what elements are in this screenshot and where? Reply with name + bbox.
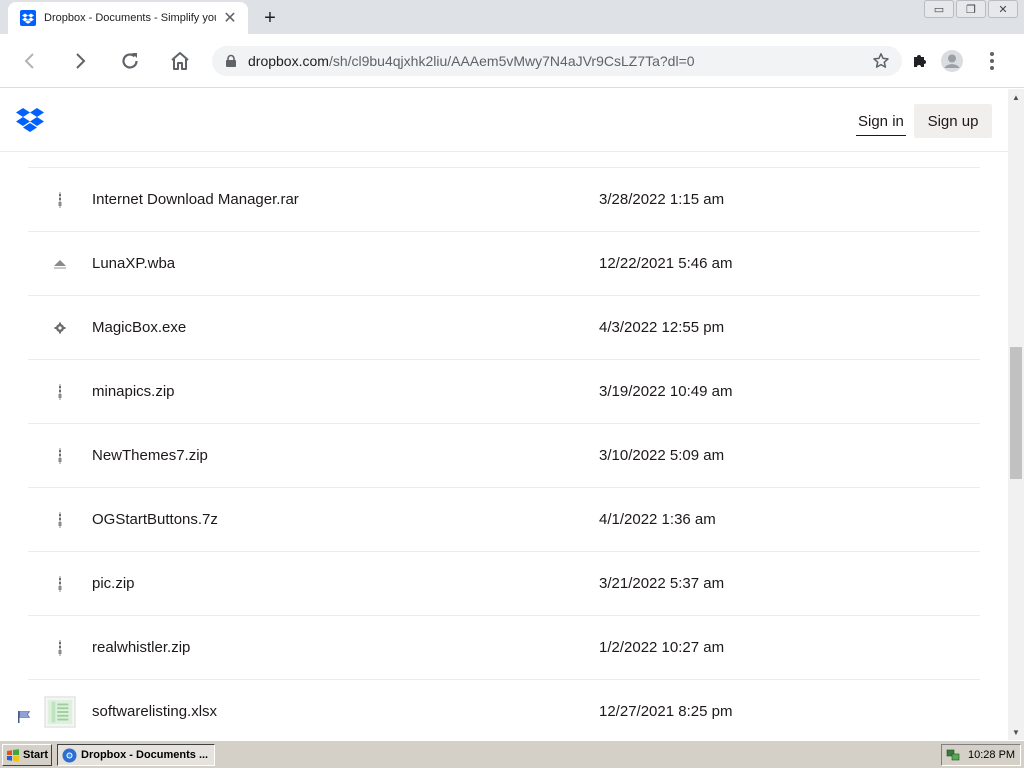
url-path: /sh/cl9bu4qjxhk2liu/AAAem5vMwy7N4aJVr9Cs… xyxy=(328,53,695,69)
browser-tab-strip: Dropbox - Documents - Simplify your ✕ + … xyxy=(0,0,1024,34)
close-window-button[interactable]: ✕ xyxy=(988,0,1018,18)
scroll-up-icon[interactable]: ▲ xyxy=(1008,89,1024,105)
file-name[interactable]: MagicBox.exe xyxy=(92,296,186,359)
start-button[interactable]: Start xyxy=(2,744,52,766)
chrome-icon xyxy=(62,748,77,762)
clock[interactable]: 10:28 PM xyxy=(968,749,1015,761)
file-name[interactable]: softwarelisting.xlsx xyxy=(92,680,217,740)
file-modified-date: 4/1/2022 1:36 am xyxy=(599,511,716,528)
file-icon xyxy=(44,248,76,280)
reload-button[interactable] xyxy=(114,45,146,77)
file-name[interactable]: NewThemes7.zip xyxy=(92,424,208,487)
file-row[interactable]: realwhistler.zip 1/2/2022 10:27 am xyxy=(28,615,980,679)
file-name[interactable]: LunaXP.wba xyxy=(92,232,175,295)
file-row[interactable]: pic.zip 3/21/2022 5:37 am xyxy=(28,551,980,615)
taskbar-window-label: Dropbox - Documents ... xyxy=(81,749,209,761)
file-modified-date: 3/28/2022 1:15 am xyxy=(599,191,725,208)
profile-button[interactable] xyxy=(936,45,968,77)
file-name[interactable]: Internet Download Manager.rar xyxy=(92,168,299,231)
vertical-scrollbar[interactable]: ▲ ▼ xyxy=(1008,89,1024,740)
system-tray: 10:28 PM xyxy=(941,744,1021,766)
avatar-icon xyxy=(941,50,963,72)
taskbar-window-dropbox[interactable]: Dropbox - Documents ... xyxy=(57,744,215,766)
file-modified-date: 12/22/2021 5:46 am xyxy=(599,255,733,272)
sign-in-link[interactable]: Sign in xyxy=(856,108,906,136)
back-button[interactable] xyxy=(14,45,46,77)
tab-close-icon[interactable]: ✕ xyxy=(222,10,238,27)
file-name[interactable]: minapics.zip xyxy=(92,360,175,423)
home-button[interactable] xyxy=(164,45,196,77)
puzzle-icon xyxy=(914,55,926,67)
url-host: dropbox.com xyxy=(248,53,329,69)
reload-icon xyxy=(122,53,138,69)
scroll-down-icon[interactable]: ▼ xyxy=(1008,724,1024,740)
file-modified-date: 1/2/2022 10:27 am xyxy=(599,639,725,656)
file-list-area: Internet Download Manager.rar 3/28/2022 … xyxy=(0,152,1008,740)
file-row[interactable]: softwarelisting.xlsx 12/27/2021 8:25 pm xyxy=(28,679,980,740)
file-modified-date: 3/10/2022 5:09 am xyxy=(599,447,725,464)
start-label: Start xyxy=(23,749,49,761)
restore-button[interactable]: ❐ xyxy=(956,0,986,18)
windows-logo-icon xyxy=(7,748,19,762)
spreadsheet-thumbnail-icon xyxy=(44,696,76,728)
sign-up-button[interactable]: Sign up xyxy=(914,104,992,138)
file-modified-date: 4/3/2022 12:55 pm xyxy=(599,319,725,336)
file-row[interactable]: Internet Download Manager.rar 3/28/2022 … xyxy=(28,167,980,231)
dropbox-logo-icon[interactable] xyxy=(16,107,44,133)
window-controls: ▭ ❐ ✕ xyxy=(924,0,1018,18)
new-tab-button[interactable]: + xyxy=(258,6,282,30)
browser-toolbar: dropbox.com/sh/cl9bu4qjxhk2liu/AAAem5vMw… xyxy=(0,34,1024,88)
archive-icon xyxy=(44,504,76,536)
file-modified-date: 12/27/2021 8:25 pm xyxy=(599,703,733,720)
windows-taskbar: Start Dropbox - Documents ... 10:28 PM xyxy=(0,740,1024,768)
file-row[interactable]: NewThemes7.zip 3/10/2022 5:09 am xyxy=(28,423,980,487)
forward-arrow-icon xyxy=(76,53,86,69)
archive-icon xyxy=(44,376,76,408)
forward-button[interactable] xyxy=(64,45,96,77)
extensions-button[interactable] xyxy=(904,45,936,77)
lock-icon[interactable] xyxy=(224,54,238,68)
archive-icon xyxy=(44,568,76,600)
archive-icon xyxy=(44,184,76,216)
archive-icon xyxy=(44,632,76,664)
dropbox-header: Sign in Sign up xyxy=(0,89,1008,152)
network-icon[interactable] xyxy=(946,748,960,762)
back-arrow-icon xyxy=(24,53,34,69)
browser-menu-button[interactable] xyxy=(976,45,1008,77)
gear-icon xyxy=(44,312,76,344)
flag-icon[interactable] xyxy=(17,710,31,724)
archive-icon xyxy=(44,440,76,472)
browser-tab-dropbox[interactable]: Dropbox - Documents - Simplify your ✕ xyxy=(8,2,248,34)
scrollbar-thumb[interactable] xyxy=(1010,347,1022,479)
dropbox-favicon-icon xyxy=(20,10,36,26)
url-text[interactable]: dropbox.com/sh/cl9bu4qjxhk2liu/AAAem5vMw… xyxy=(248,53,872,69)
file-row[interactable]: LunaXP.wba 12/22/2021 5:46 am xyxy=(28,231,980,295)
file-name[interactable]: realwhistler.zip xyxy=(92,616,190,679)
file-name[interactable]: pic.zip xyxy=(92,552,135,615)
minimize-button[interactable]: ▭ xyxy=(924,0,954,18)
kebab-menu-icon xyxy=(990,52,994,70)
file-row[interactable]: minapics.zip 3/19/2022 10:49 am xyxy=(28,359,980,423)
star-icon[interactable] xyxy=(872,52,890,70)
home-icon xyxy=(171,52,189,70)
file-list: Internet Download Manager.rar 3/28/2022 … xyxy=(28,167,980,740)
address-bar[interactable]: dropbox.com/sh/cl9bu4qjxhk2liu/AAAem5vMw… xyxy=(212,46,902,76)
file-name[interactable]: OGStartButtons.7z xyxy=(92,488,218,551)
file-modified-date: 3/21/2022 5:37 am xyxy=(599,575,725,592)
tab-title: Dropbox - Documents - Simplify your xyxy=(44,12,216,24)
file-row[interactable]: OGStartButtons.7z 4/1/2022 1:36 am xyxy=(28,487,980,551)
file-row[interactable]: MagicBox.exe 4/3/2022 12:55 pm xyxy=(28,295,980,359)
file-modified-date: 3/19/2022 10:49 am xyxy=(599,383,733,400)
